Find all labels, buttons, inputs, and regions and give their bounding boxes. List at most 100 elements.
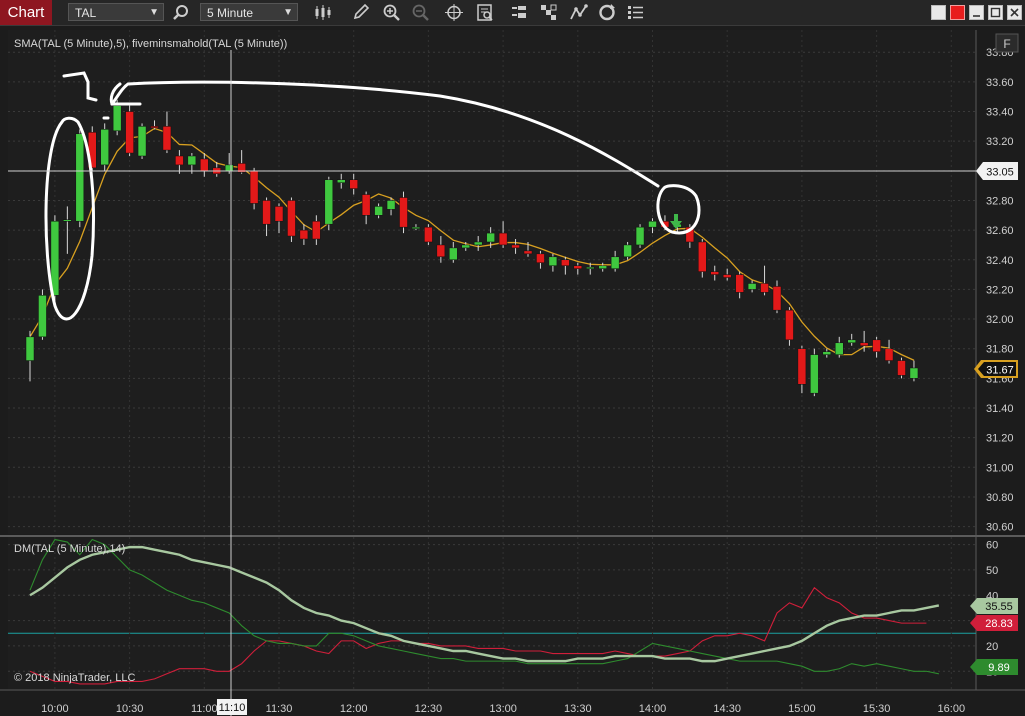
candle-body — [822, 351, 832, 355]
candle-body — [847, 339, 856, 344]
candle-body — [374, 206, 383, 216]
candle-body — [760, 283, 769, 293]
candle-body — [361, 194, 371, 216]
price-tick-label: 30.60 — [986, 522, 1014, 534]
svg-text:33.05: 33.05 — [986, 167, 1014, 179]
time-tick-label: 15:30 — [863, 703, 891, 715]
candle-body — [909, 367, 919, 379]
candle — [249, 167, 259, 210]
candle-body — [810, 354, 819, 394]
maximize-button[interactable] — [988, 5, 1003, 20]
chart-area[interactable]: 33.8033.6033.4033.2033.0032.8032.6032.40… — [0, 26, 1025, 716]
svg-text:28.83: 28.83 — [985, 618, 1013, 630]
candle-body — [623, 244, 632, 258]
candle — [38, 289, 47, 340]
dm-panel[interactable] — [8, 537, 976, 689]
candle-body — [175, 155, 184, 166]
list-icon[interactable] — [626, 3, 646, 22]
instrument-selector[interactable]: TAL ▼ — [68, 3, 164, 21]
price-tick-label: 31.00 — [986, 462, 1014, 474]
plus-di-value-marker: 9.89 — [970, 659, 1018, 675]
candle-body — [859, 342, 869, 346]
crosshair-icon[interactable] — [444, 3, 464, 22]
data-box-icon[interactable] — [509, 3, 529, 22]
bar-style-icon[interactable] — [313, 3, 333, 22]
candle-body — [548, 256, 558, 266]
time-tick-label: 15:00 — [788, 703, 816, 715]
candle-body — [38, 295, 47, 338]
candle-body — [598, 265, 607, 269]
copyright-text: © 2018 NinjaTrader, LLC — [14, 672, 135, 684]
candle — [324, 176, 334, 231]
candle — [399, 191, 408, 234]
zoom-in-icon[interactable] — [382, 3, 402, 22]
interval-selector[interactable]: 5 Minute ▼ — [200, 3, 298, 21]
candle-body — [461, 244, 470, 249]
candle-body — [897, 360, 906, 376]
crosshair-price-marker: 33.05 — [976, 162, 1018, 180]
candle-body — [324, 179, 334, 225]
crosshair-time-marker: 11:10 — [217, 699, 247, 715]
candle-body — [299, 229, 309, 240]
restore-button[interactable] — [969, 5, 984, 20]
color-button[interactable] — [950, 5, 965, 20]
chart-title: Chart — [0, 0, 52, 25]
indicator-icon[interactable] — [569, 3, 589, 22]
candle-body — [137, 126, 147, 157]
price-legend: SMA(TAL (5 Minute),5), fiveminsmahold(TA… — [14, 38, 287, 50]
minus-di-value-marker: 28.83 — [970, 615, 1018, 631]
candle-body — [100, 129, 109, 166]
pencil-icon[interactable] — [351, 3, 371, 22]
candle-body — [635, 226, 645, 246]
candle-body — [125, 111, 134, 154]
time-tick-label: 10:30 — [116, 703, 144, 715]
price-tick-label: 31.20 — [986, 433, 1014, 445]
candle-body — [511, 244, 520, 249]
time-tick-label: 16:00 — [938, 703, 966, 715]
instrument-value: TAL — [75, 6, 97, 20]
candle-body — [349, 179, 358, 189]
candle — [125, 105, 134, 156]
candle — [75, 129, 85, 228]
price-tick-label: 32.40 — [986, 255, 1014, 267]
candle-body — [747, 283, 757, 290]
candle-body — [722, 274, 732, 278]
price-panel[interactable] — [8, 30, 976, 534]
candle-body — [523, 250, 533, 255]
candle-body — [424, 226, 433, 243]
search-icon[interactable] — [171, 3, 191, 22]
price-tick-label: 31.80 — [986, 344, 1014, 356]
dm-legend: DM(TAL (5 Minute),14) — [14, 543, 125, 555]
candle — [810, 348, 819, 397]
candle-body — [610, 256, 620, 269]
candle-body — [187, 155, 197, 166]
candle-body — [436, 244, 446, 258]
zoom-out-icon[interactable] — [411, 3, 431, 22]
chevron-down-icon: ▼ — [149, 7, 159, 18]
candle-body — [573, 265, 583, 269]
candle — [424, 224, 433, 245]
candle-body — [884, 348, 894, 361]
candle-body — [287, 200, 296, 237]
time-tick-label: 14:30 — [713, 703, 741, 715]
properties-icon[interactable] — [475, 3, 495, 22]
time-tick-label: 12:30 — [415, 703, 443, 715]
candle-body — [785, 309, 794, 341]
refresh-icon[interactable] — [597, 3, 617, 22]
candle — [698, 239, 707, 278]
close-button[interactable] — [1007, 5, 1022, 20]
candle-body — [262, 200, 271, 225]
candle-body — [411, 226, 421, 229]
f-button-label: F — [1003, 37, 1010, 51]
candle-body — [710, 271, 719, 275]
candle-body — [337, 179, 346, 183]
candle-body — [872, 339, 881, 352]
svg-text:35.55: 35.55 — [985, 601, 1013, 613]
candle — [137, 123, 147, 159]
minimize-button[interactable] — [931, 5, 946, 20]
candle-body — [150, 126, 159, 129]
price-tick-label: 32.20 — [986, 284, 1014, 296]
candle-body — [200, 158, 209, 172]
time-tick-label: 10:00 — [41, 703, 69, 715]
strategy-icon[interactable] — [539, 3, 559, 22]
